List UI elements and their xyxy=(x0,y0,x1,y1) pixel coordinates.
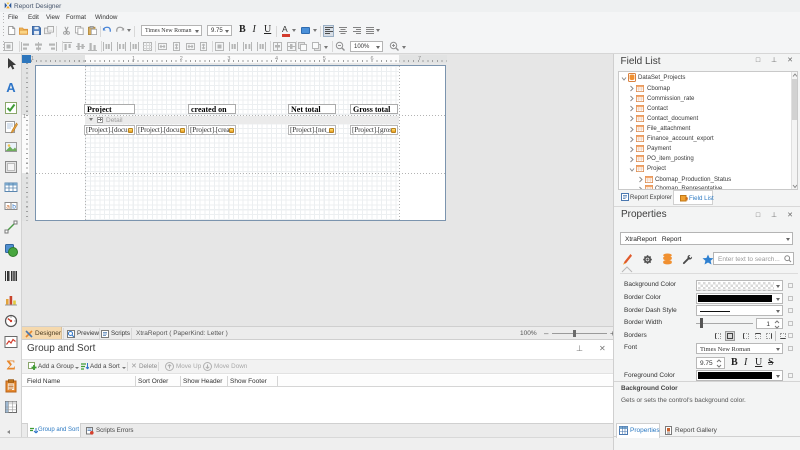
svg-text:b: b xyxy=(12,204,16,211)
svg-text:a: a xyxy=(6,204,10,211)
svg-text:Σ: Σ xyxy=(6,359,15,372)
svg-text:A: A xyxy=(6,80,16,94)
